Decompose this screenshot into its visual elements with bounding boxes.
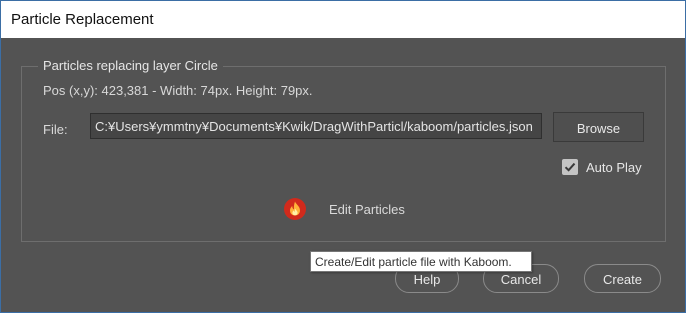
create-button[interactable]: Create	[584, 264, 661, 293]
checkbox-box[interactable]	[562, 159, 578, 175]
file-path-field[interactable]: C:¥Users¥ymmtny¥Documents¥Kwik/DragWithP…	[90, 113, 542, 139]
edit-particles-link[interactable]: Edit Particles	[329, 202, 405, 217]
fire-glyph	[290, 201, 300, 216]
browse-button[interactable]: Browse	[553, 112, 644, 142]
window-title: Particle Replacement	[11, 11, 154, 28]
auto-play-label: Auto Play	[586, 160, 642, 175]
dialog-content: Particles replacing layer Circle Pos (x,…	[1, 38, 685, 312]
flame-icon[interactable]	[284, 198, 306, 220]
particle-replacement-dialog: Particle Replacement Particles replacing…	[0, 0, 686, 313]
group-legend: Particles replacing layer Circle	[38, 58, 223, 73]
title-bar: Particle Replacement	[1, 1, 685, 38]
edit-particles-tooltip: Create/Edit particle file with Kaboom.	[310, 251, 532, 272]
particles-group: Particles replacing layer Circle Pos (x,…	[21, 58, 666, 242]
file-label: File:	[43, 122, 68, 137]
position-info: Pos (x,y): 423,381 - Width: 74px. Height…	[43, 83, 313, 98]
checkmark-icon	[564, 162, 576, 172]
